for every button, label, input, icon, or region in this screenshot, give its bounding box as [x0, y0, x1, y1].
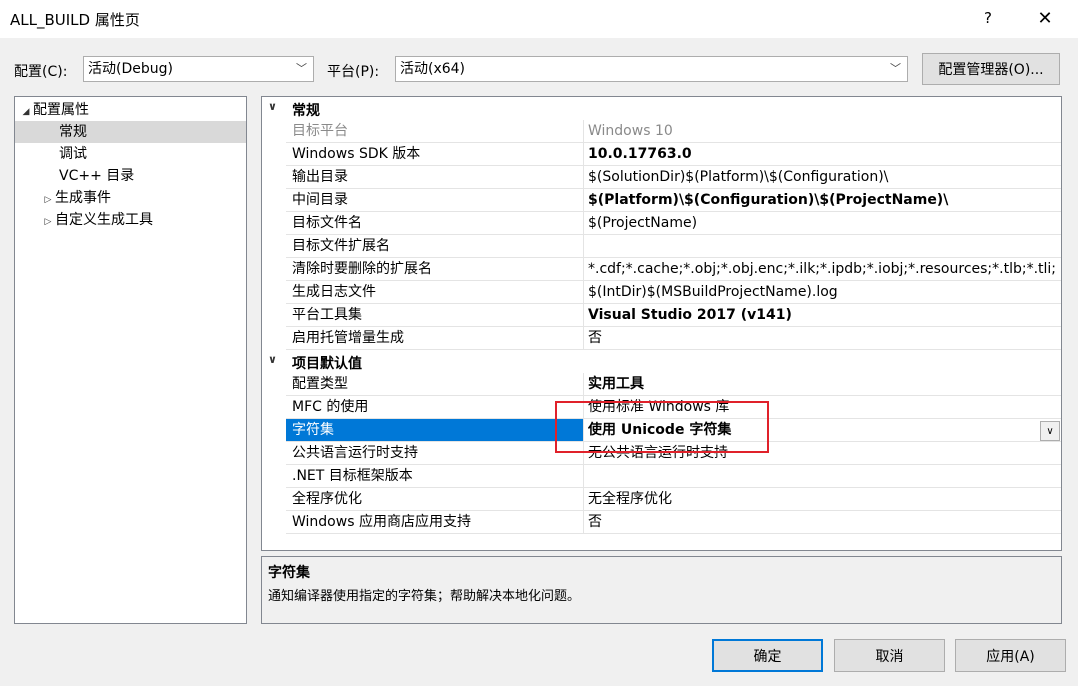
tree-item-build-events[interactable]: ▷ 生成事件	[41, 187, 111, 209]
expanded-triangle-icon: ◢	[22, 107, 30, 117]
property-grid: ∨ 常规 目标平台 Windows 10 Windows SDK 版本 10.0…	[261, 96, 1062, 551]
config-label: 配置(C):	[14, 64, 68, 80]
property-row-mfc-usage[interactable]: MFC 的使用 使用标准 Windows 库	[262, 396, 1061, 419]
cancel-button[interactable]: 取消	[834, 639, 945, 672]
tree-item-config-properties[interactable]: ◢ 配置属性	[19, 99, 89, 121]
property-row-sdk-version[interactable]: Windows SDK 版本 10.0.17763.0	[262, 143, 1061, 166]
chevron-down-icon: ∨	[268, 353, 277, 366]
chevron-down-icon: ﹀	[890, 62, 901, 75]
property-row-toolset[interactable]: 平台工具集 Visual Studio 2017 (v141)	[262, 304, 1061, 327]
ok-button[interactable]: 确定	[712, 639, 823, 672]
property-row-net-framework[interactable]: .NET 目标框架版本	[262, 465, 1061, 488]
title-bar: ALL_BUILD 属性页 ? ✕	[0, 0, 1078, 38]
tree-item-debugging[interactable]: 调试	[59, 143, 87, 165]
config-dropdown-value: 活动(Debug)	[88, 61, 173, 77]
property-row-store-app-support[interactable]: Windows 应用商店应用支持 否	[262, 511, 1061, 534]
category-project-defaults[interactable]: ∨ 项目默认值	[262, 350, 1061, 373]
chevron-down-icon: ∨	[268, 100, 277, 113]
property-row-character-set[interactable]: 字符集 使用 Unicode 字符集 ∨	[262, 419, 1061, 442]
property-row-output-dir[interactable]: 输出目录 $(SolutionDir)$(Platform)\$(Configu…	[262, 166, 1061, 189]
property-row-target-ext[interactable]: 目标文件扩展名	[262, 235, 1061, 258]
collapsed-triangle-icon: ▷	[44, 195, 52, 205]
property-row-clr-support[interactable]: 公共语言运行时支持 无公共语言运行时支持	[262, 442, 1061, 465]
description-title: 字符集	[268, 565, 310, 581]
category-general[interactable]: ∨ 常规	[262, 97, 1061, 120]
description-text: 通知编译器使用指定的字符集；帮助解决本地化问题。	[268, 589, 581, 604]
window-title: ALL_BUILD 属性页	[10, 11, 140, 29]
platform-label: 平台(P):	[327, 64, 380, 80]
property-row-clean-ext[interactable]: 清除时要删除的扩展名 *.cdf;*.cache;*.obj;*.obj.enc…	[262, 258, 1061, 281]
property-row-managed-incremental[interactable]: 启用托管增量生成 否	[262, 327, 1061, 350]
apply-button[interactable]: 应用(A)	[955, 639, 1066, 672]
collapsed-triangle-icon: ▷	[44, 217, 52, 227]
property-row-build-log[interactable]: 生成日志文件 $(IntDir)$(MSBuildProjectName).lo…	[262, 281, 1061, 304]
platform-dropdown-value: 活动(x64)	[400, 61, 466, 77]
tree-item-vc-directories[interactable]: VC++ 目录	[59, 165, 134, 187]
tree-item-custom-build-tool[interactable]: ▷ 自定义生成工具	[41, 209, 153, 231]
config-dropdown[interactable]: 活动(Debug) ﹀	[83, 56, 314, 82]
config-manager-button[interactable]: 配置管理器(O)...	[922, 53, 1060, 85]
description-panel: 字符集 通知编译器使用指定的字符集；帮助解决本地化问题。	[261, 556, 1062, 624]
property-row-target-platform[interactable]: 目标平台 Windows 10	[262, 120, 1061, 143]
chevron-down-icon: ∨	[1046, 425, 1054, 437]
tree-item-general[interactable]: 常规	[15, 121, 246, 143]
close-button[interactable]: ✕	[1022, 0, 1068, 36]
property-row-config-type[interactable]: 配置类型 实用工具	[262, 373, 1061, 396]
help-button[interactable]: ?	[965, 0, 1011, 36]
character-set-dropdown-button[interactable]: ∨	[1040, 421, 1060, 441]
property-row-whole-program-opt[interactable]: 全程序优化 无全程序优化	[262, 488, 1061, 511]
property-row-target-name[interactable]: 目标文件名 $(ProjectName)	[262, 212, 1061, 235]
property-tree: ◢ 配置属性 常规 调试 VC++ 目录 ▷ 生成事件 ▷ 自定义生成工具	[14, 96, 247, 624]
chevron-down-icon: ﹀	[296, 62, 307, 75]
property-row-intermediate-dir[interactable]: 中间目录 $(Platform)\$(Configuration)\$(Proj…	[262, 189, 1061, 212]
platform-dropdown[interactable]: 活动(x64) ﹀	[395, 56, 908, 82]
